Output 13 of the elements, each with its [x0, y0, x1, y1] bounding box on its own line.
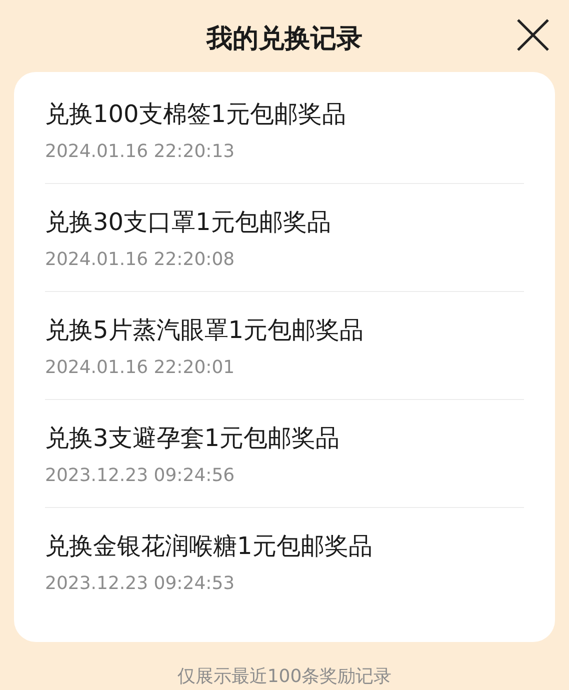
record-time: 2024.01.16 22:20:01 [45, 356, 236, 380]
record-time: 2024.01.16 22:20:13 [45, 140, 236, 164]
record-time: 2023.12.23 09:24:56 [45, 464, 236, 488]
record-time: 2024.01.16 22:20:08 [45, 248, 236, 272]
record-title: 兑换100支棉签1元包邮奖品 [45, 99, 348, 130]
footer-note: 仅展示最近100条奖励记录 [176, 665, 393, 688]
record-title: 兑换金银花润喉糖1元包邮奖品 [45, 531, 374, 562]
page-title: 我的兑换记录 [206, 22, 362, 56]
record-time: 2023.12.23 09:24:53 [45, 572, 236, 596]
close-icon[interactable] [516, 18, 550, 52]
record-title: 兑换30支口罩1元包邮奖品 [45, 207, 332, 238]
record-title: 兑换3支避孕套1元包邮奖品 [45, 423, 341, 454]
record-title: 兑换5片蒸汽眼罩1元包邮奖品 [45, 315, 365, 346]
